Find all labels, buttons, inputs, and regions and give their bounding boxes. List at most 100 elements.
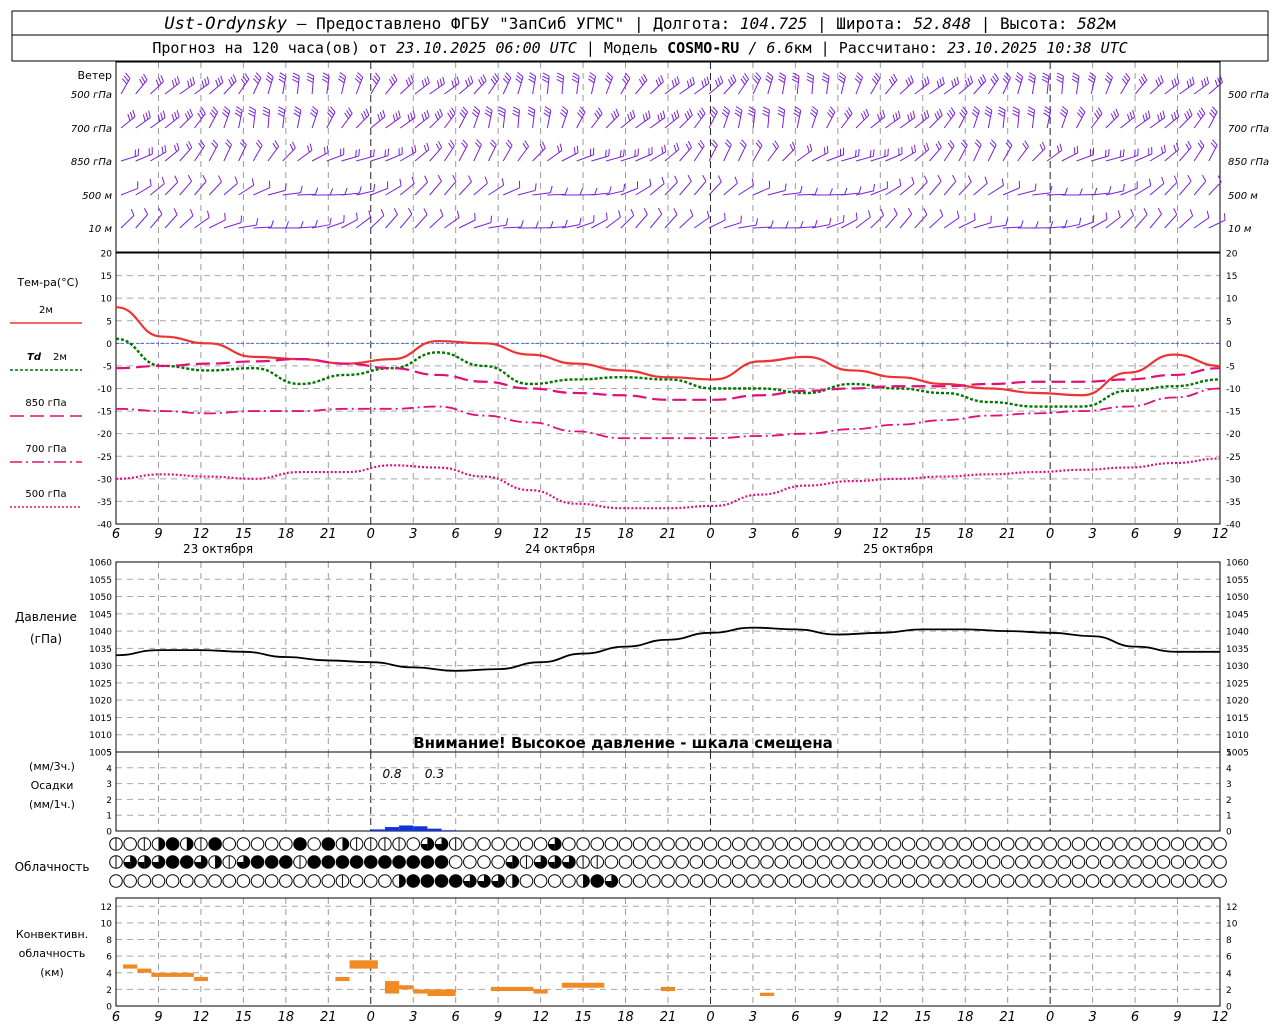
cloud-symbol [760,855,774,869]
cloud-symbol [675,837,689,851]
ytick-left: 10 [101,295,113,305]
time-tick-label-bottom: 21 [660,1010,677,1024]
legend-label: 700 гПа [25,444,66,455]
cloud-symbol [901,855,916,869]
time-tick-label: 15 [914,527,931,542]
precip-bar [413,826,428,831]
ytick-right: 1025 [1226,679,1249,689]
time-tick-label: 3 [409,527,417,542]
cloud-symbol [986,837,1001,851]
cloud-symbol [222,874,237,888]
cloud-symbol [774,874,789,888]
cloud-symbol [1170,837,1185,851]
alt-unit: м [1106,14,1116,33]
cloud-symbol [434,855,449,869]
cloud-symbol [236,837,251,851]
cloud-symbol [137,837,152,851]
forecast-prefix: Прогноз на 120 часа(ов) от [152,39,387,57]
cloud-symbol [632,874,647,888]
time-tick-label-bottom: 3 [1088,1010,1096,1024]
ytick-left: 2 [106,796,112,806]
cloud-symbol [986,855,1001,869]
cloud-symbol [179,855,194,869]
cloud-symbol [717,874,732,888]
cloud-symbol [944,874,958,888]
cloud-symbol [618,837,633,851]
conv-title-1: Конвективн. [16,928,88,941]
time-tick-label: 15 [575,527,592,542]
ytick-right: 1055 [1226,576,1249,586]
ytick-right: 0 [1226,828,1232,838]
cloud-symbol [831,855,845,869]
date-label: 24 октября [525,542,595,556]
ytick-right: -10 [1226,385,1241,395]
cloud-symbol [731,837,746,851]
time-tick-label: 0 [1046,527,1054,542]
time-tick-label: 3 [749,527,757,542]
cloud-symbol [562,855,576,869]
ytick-right: -20 [1226,430,1241,440]
cloud-symbol [392,855,406,869]
time-tick-label-bottom: 15 [235,1010,252,1024]
cloud-symbol [703,837,718,851]
cloud-symbol [1184,874,1199,888]
ytick-left: 1 [106,812,112,822]
cloud-symbol [689,855,704,869]
cloud-symbol [788,874,803,888]
conv-cloud-bar [760,992,775,997]
cloud-symbol [887,874,902,888]
ytick-right: 5 [1226,749,1232,759]
cloud-symbol [1156,874,1171,888]
cloud-symbol [1213,855,1227,869]
time-tick-label-bottom: 18 [957,1010,974,1024]
cloud-symbol [363,837,378,851]
cloud-symbol [463,874,477,888]
ytick-right: 0 [1226,1003,1232,1013]
cloud-symbol [109,855,123,869]
cloud-symbol [123,855,137,869]
ytick-right: 4 [1226,764,1232,774]
cloud-symbol [477,874,491,888]
cloud-symbol [915,837,930,851]
date-label: 23 октября [183,542,253,556]
time-tick-label: 12 [872,527,889,542]
ytick-left: 5 [106,317,112,327]
ytick-right: 1040 [1226,628,1249,638]
wind-level-label: 500 гПа [71,90,112,101]
cloud-symbol [604,874,619,888]
cloud-symbol [1099,855,1114,869]
cloud-symbol [505,874,520,888]
ytick-left: 1050 [89,593,112,603]
cloud-symbol [717,855,732,869]
cloud-symbol [632,837,647,851]
cloud-symbol [1170,855,1185,869]
cloud-symbol [958,874,973,888]
ytick-right: 1030 [1226,662,1249,672]
cloud-symbol [1000,855,1015,869]
time-tick-label: 0 [706,527,714,542]
cloud-symbol [1029,855,1043,869]
cloud-symbol [1199,874,1213,888]
cloud-symbol [1071,837,1086,851]
ytick-right: -25 [1226,453,1241,463]
ytick-left: 1045 [89,610,112,620]
ytick-right: 15 [1226,272,1237,282]
conv-cloud-bar [384,981,400,994]
precip-bar [399,825,414,831]
cloud-symbol [349,837,364,851]
precip-sum-label: 0.8 [382,767,401,781]
ytick-right: 0 [1226,340,1232,350]
ytick-left: 8 [106,936,112,946]
cloud-symbol [533,874,548,888]
model-res: / 6.6 [748,39,793,57]
ytick-right: 1050 [1226,593,1249,603]
cloud-symbol [1142,874,1157,888]
precip-title: Осадки [31,779,74,792]
lat-label: Широта: [836,14,903,33]
model-res-unit: км [794,39,812,57]
time-tick-label-bottom: 12 [193,1010,210,1024]
cloud-symbol [321,855,336,869]
cloud-symbol [208,874,222,888]
cloud-symbol [1128,874,1142,888]
cloud-symbol [279,855,293,869]
